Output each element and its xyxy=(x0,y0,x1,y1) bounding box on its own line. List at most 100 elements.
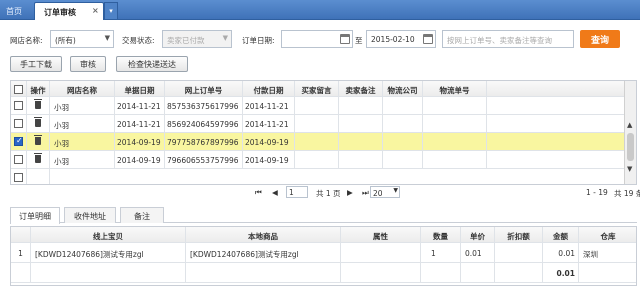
summary-cell xyxy=(421,263,461,282)
date-cell: 2014-09-19 xyxy=(115,133,165,150)
status-label: 交易状态: xyxy=(122,36,155,45)
check-express-button[interactable]: 检查快递送达 xyxy=(116,56,188,72)
col-header: 卖家备注 xyxy=(339,81,383,96)
first-page-icon[interactable]: ⏮ xyxy=(255,188,262,198)
row-check-cell xyxy=(11,115,27,132)
last-page-icon[interactable]: ⏭ xyxy=(362,188,369,198)
tracking-cell xyxy=(423,151,487,168)
total-amount: 0.01 xyxy=(543,263,579,282)
row-action-cell xyxy=(27,133,50,150)
shop-select-value: (所有) xyxy=(55,36,76,45)
seller-note-cell xyxy=(339,115,383,132)
date-to-value: 2015-02-10 xyxy=(371,35,415,44)
tab-dropdown-icon[interactable]: ▾ xyxy=(104,2,118,20)
col-header: 单价 xyxy=(461,227,495,242)
col-header: 金额 xyxy=(543,227,579,242)
summary-cell xyxy=(186,263,341,282)
scrollbar-thumb[interactable] xyxy=(627,133,634,161)
col-header: 付款日期 xyxy=(243,81,295,96)
row-check-cell xyxy=(11,133,27,150)
order-grid: 操作 网店名称 单据日期 网上订单号 付款日期 买家留言 卖家备注 物流公司 物… xyxy=(10,80,637,185)
tab-home[interactable]: 首页 xyxy=(0,2,34,20)
tab-order-audit-label: 订单审核 xyxy=(44,8,76,17)
seller-note-cell xyxy=(339,151,383,168)
chevron-down-icon: ▼ xyxy=(222,34,228,42)
col-header: 网店名称 xyxy=(50,81,115,96)
amount-cell: 0.01 xyxy=(543,243,579,262)
col-header: 属性 xyxy=(341,227,421,242)
tab-order-audit[interactable]: 订单审核 × xyxy=(34,2,104,20)
date-from-input[interactable] xyxy=(281,30,353,48)
order-no-cell: 797758767897996 xyxy=(165,133,243,150)
prev-page-icon[interactable]: ◀ xyxy=(272,188,278,197)
warehouse-cell: 深圳 xyxy=(579,243,636,262)
page-size-select[interactable]: 20 ▼ xyxy=(370,186,400,198)
calendar-icon[interactable] xyxy=(340,34,350,44)
tracking-cell xyxy=(423,115,487,132)
manual-download-button[interactable]: 手工下载 xyxy=(10,56,62,72)
close-icon[interactable]: × xyxy=(92,6,99,15)
pagination: ⏮ ◀ 1 共 1 页 ▶ ⏭ 20 ▼ 1 - 19 共 19 条 xyxy=(10,186,640,200)
table-row[interactable]: 小羽 2014-11-21 856924064597996 2014-11-21 xyxy=(11,115,626,133)
tab-remarks[interactable]: 备注 xyxy=(120,207,164,223)
shop-label: 网店名称: xyxy=(10,36,43,45)
logistics-cell xyxy=(383,133,423,150)
tracking-cell xyxy=(423,97,487,114)
pay-date-cell: 2014-09-19 xyxy=(243,133,295,150)
qty-cell: 1 xyxy=(421,243,461,262)
order-grid-header: 操作 网店名称 单据日期 网上订单号 付款日期 买家留言 卖家备注 物流公司 物… xyxy=(11,81,626,97)
scroll-down-icon[interactable]: ▼ xyxy=(627,165,632,173)
price-cell: 0.01 xyxy=(461,243,495,262)
status-select[interactable]: 卖家已付款 ▼ xyxy=(162,30,232,48)
row-checkbox[interactable] xyxy=(14,155,23,164)
row-action-cell xyxy=(27,151,50,168)
chevron-down-icon: ▼ xyxy=(104,34,110,42)
date-cell: 2014-11-21 xyxy=(115,115,165,132)
trash-icon[interactable] xyxy=(34,135,42,145)
discount-cell xyxy=(495,243,543,262)
date-cell: 2014-11-21 xyxy=(115,97,165,114)
local-item-cell: [KDWD12407686]测试专用zgl xyxy=(186,243,341,262)
row-checkbox[interactable] xyxy=(14,119,23,128)
tab-order-detail[interactable]: 订单明细 xyxy=(10,207,60,224)
page-input[interactable]: 1 xyxy=(286,186,308,198)
summary-cell xyxy=(495,263,543,282)
row-checkbox-checked[interactable] xyxy=(14,136,23,146)
vertical-scrollbar[interactable]: ▲ ▼ xyxy=(624,81,636,184)
row-checkbox[interactable] xyxy=(14,101,23,110)
table-row[interactable]: 1 [KDWD12407686]测试专用zgl [KDWD12407686]测试… xyxy=(11,243,636,263)
col-header: 仓库 xyxy=(579,227,636,242)
tab-bar: 首页 订单审核 × ▾ xyxy=(0,0,640,20)
trash-icon[interactable] xyxy=(34,117,42,127)
date-to-input[interactable]: 2015-02-10 xyxy=(366,30,436,48)
table-row-selected[interactable]: 小羽 2014-09-19 797758767897996 2014-09-19 xyxy=(11,133,626,151)
scroll-up-icon[interactable]: ▲ xyxy=(627,121,632,129)
row-checkbox[interactable] xyxy=(14,173,23,182)
shop-select[interactable]: (所有) ▼ xyxy=(50,30,114,48)
logistics-cell xyxy=(383,97,423,114)
chevron-down-icon: ▼ xyxy=(393,187,398,194)
select-all-checkbox[interactable] xyxy=(14,85,23,94)
row-action-cell xyxy=(27,115,50,132)
trash-icon[interactable] xyxy=(34,99,42,109)
table-row[interactable]: 小羽 2014-11-21 857536375617996 2014-11-21 xyxy=(11,97,626,115)
seller-note-cell xyxy=(339,97,383,114)
logistics-cell xyxy=(383,151,423,168)
trash-icon[interactable] xyxy=(34,153,42,163)
buyer-msg-cell xyxy=(295,133,339,150)
calendar-icon[interactable] xyxy=(423,34,433,44)
next-page-icon[interactable]: ▶ xyxy=(347,188,353,197)
table-row[interactable]: 小羽 2014-09-19 796606553757996 2014-09-19 xyxy=(11,151,626,169)
col-header: 折扣额 xyxy=(495,227,543,242)
record-total: 共 19 条 xyxy=(614,189,640,198)
summary-cell xyxy=(11,263,31,282)
tab-shipping-address[interactable]: 收件地址 xyxy=(64,207,116,223)
query-button[interactable]: 查询 xyxy=(580,30,620,48)
pay-date-cell: 2014-09-19 xyxy=(243,151,295,168)
summary-row: 0.01 xyxy=(11,263,636,283)
row-check-cell xyxy=(11,169,27,184)
row-action-cell xyxy=(27,97,50,114)
audit-button[interactable]: 审核 xyxy=(70,56,106,72)
search-input[interactable]: 按网上订单号、卖家备注等查询 xyxy=(442,30,574,48)
seller-note-cell xyxy=(339,133,383,150)
